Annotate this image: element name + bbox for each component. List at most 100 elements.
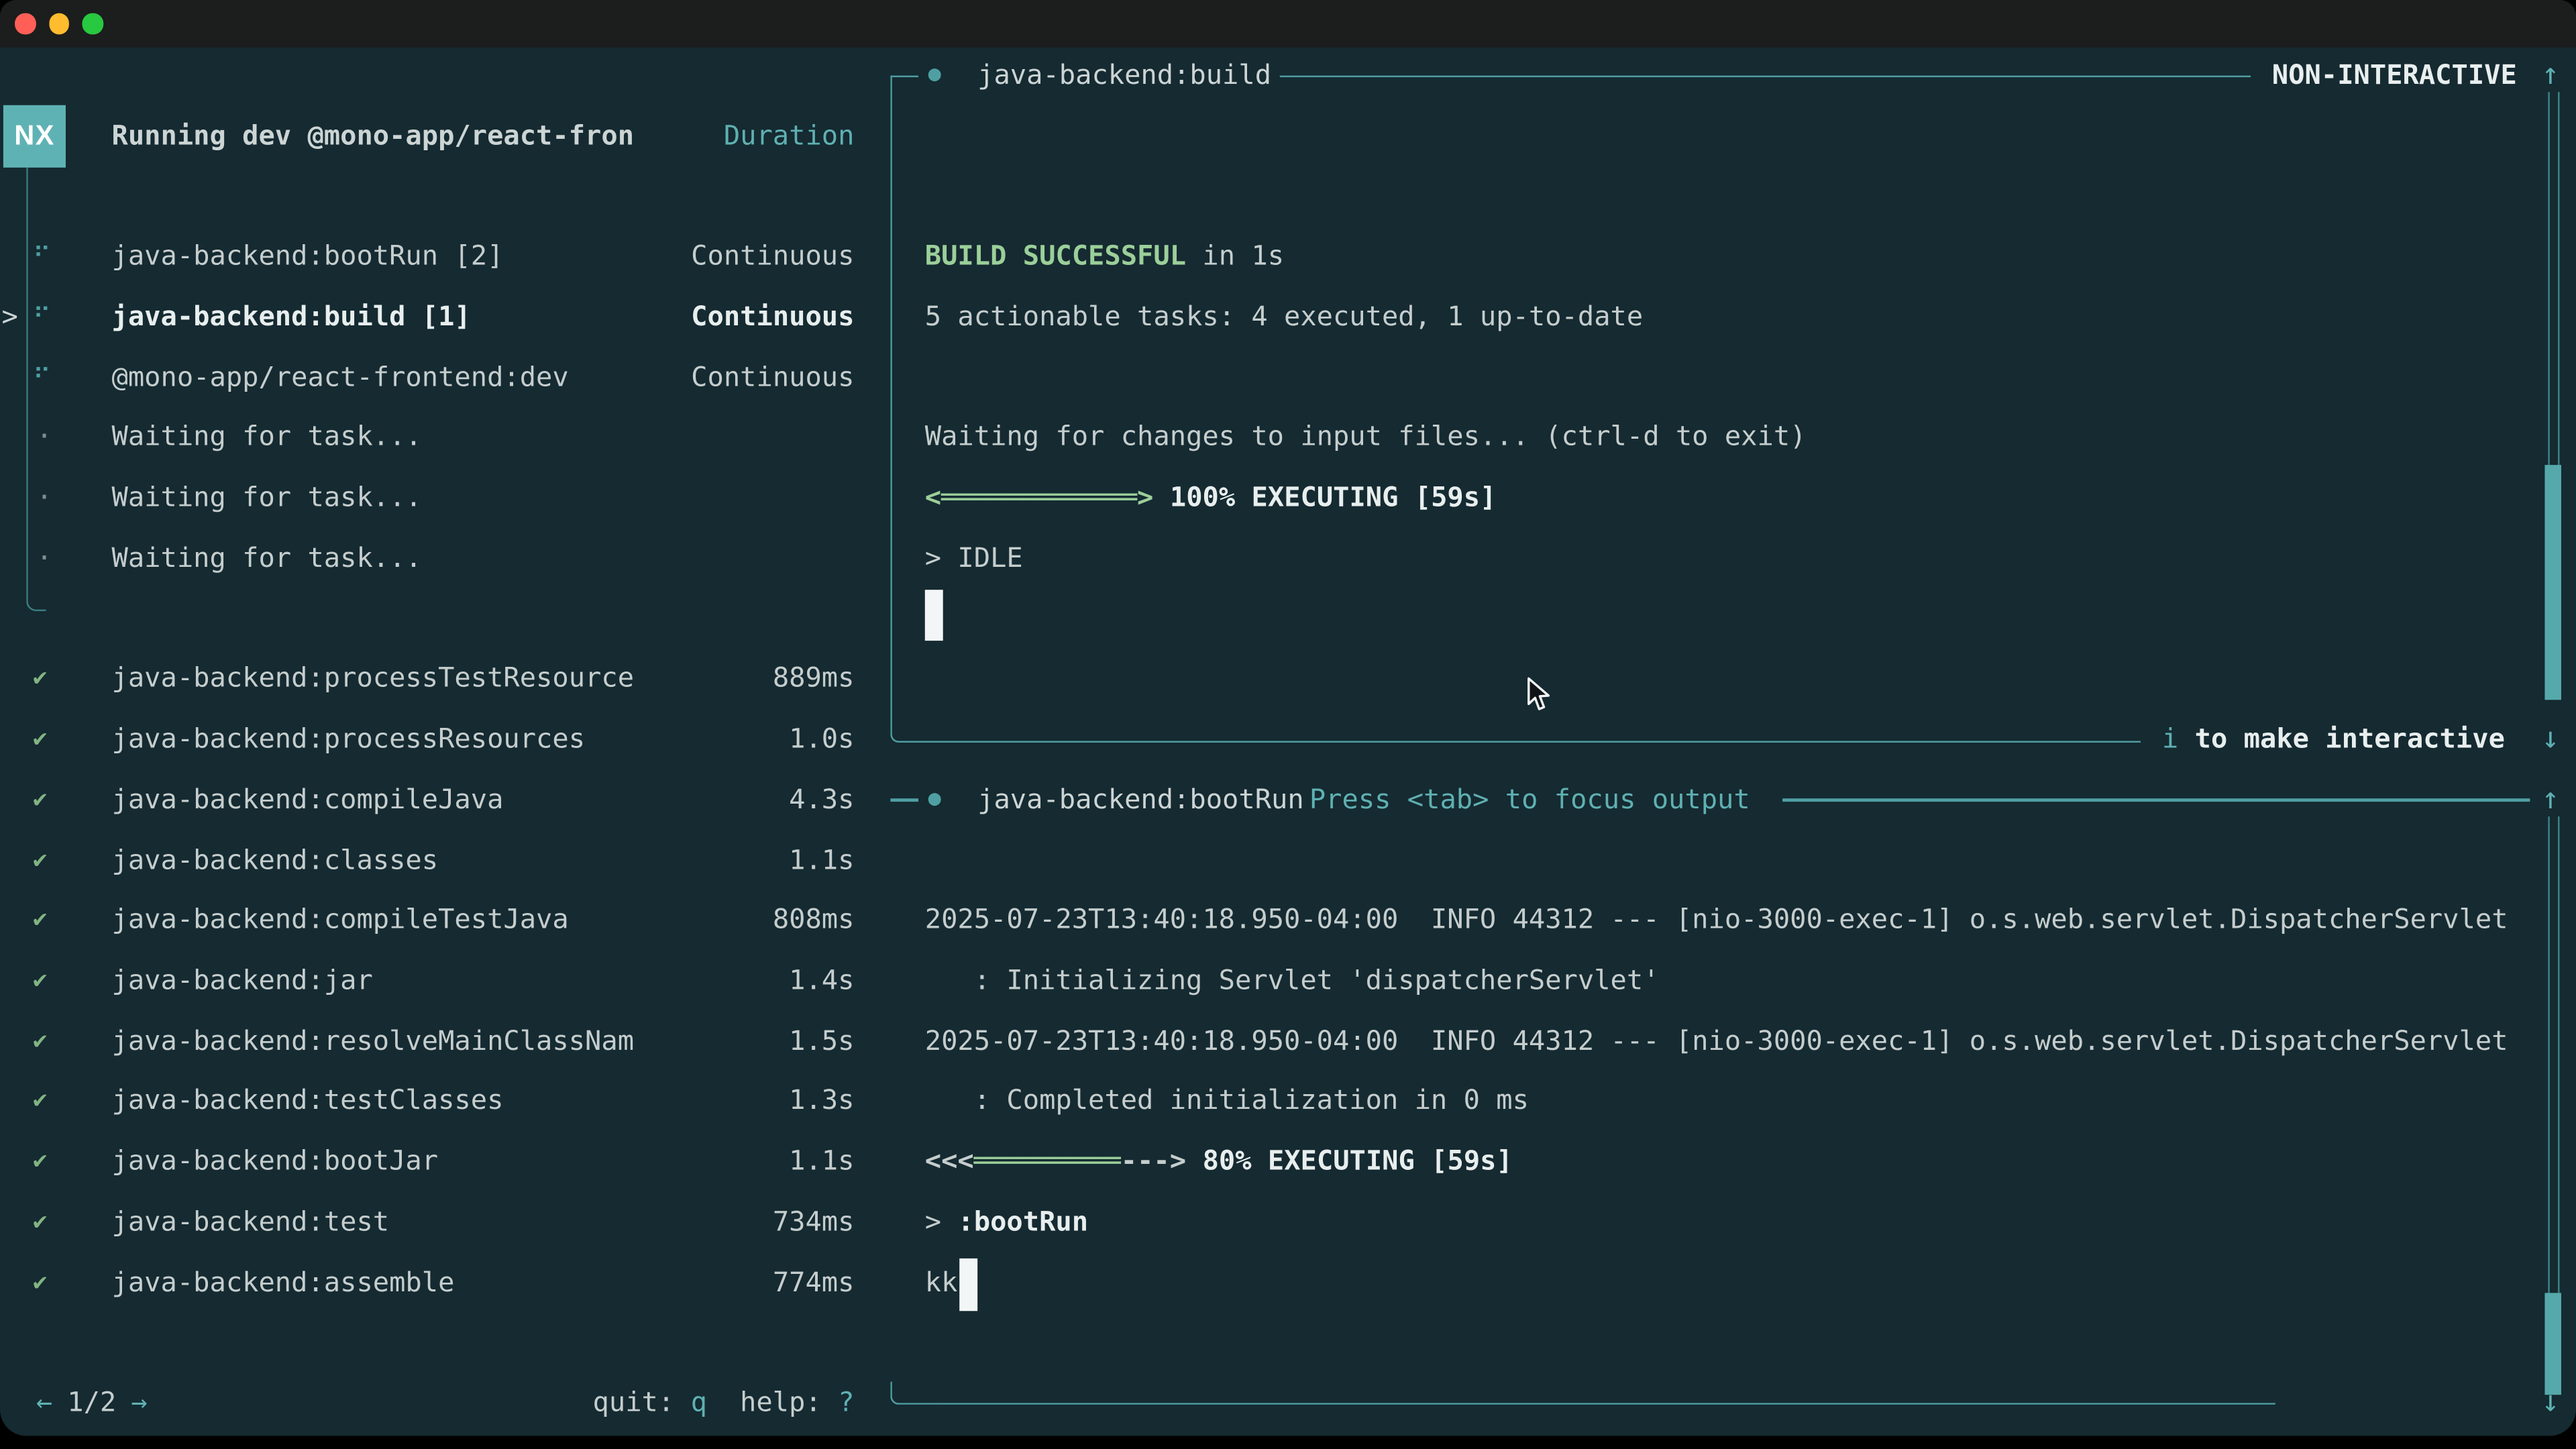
progress-label: 80% EXECUTING [59s] bbox=[1203, 1145, 1513, 1177]
task-row[interactable]: java-backend:processResources bbox=[112, 720, 586, 759]
task-duration: 808ms bbox=[773, 900, 855, 940]
task-row[interactable]: java-backend:classes bbox=[112, 841, 439, 881]
mouse-cursor-icon bbox=[1526, 677, 1551, 713]
build-time-text: in 1s bbox=[1186, 240, 1284, 272]
page-prev-icon[interactable]: ← bbox=[36, 1387, 52, 1418]
build-progress-line: <════════════> 100% EXECUTING [59s] bbox=[925, 478, 1497, 518]
terminal-cursor bbox=[925, 590, 943, 641]
task-row[interactable]: java-backend:assemble bbox=[112, 1263, 455, 1303]
terminal-window-stage: NX Running dev @mono-app/react-fron Dura… bbox=[0, 0, 2576, 1449]
check-icon: ✔ bbox=[33, 1142, 47, 1181]
build-scrollbar-track[interactable] bbox=[2548, 92, 2559, 465]
check-icon: ✔ bbox=[33, 1022, 47, 1061]
check-icon: ✔ bbox=[33, 659, 47, 698]
task-row[interactable]: java-backend:resolveMainClassNam bbox=[112, 1022, 635, 1061]
progress-suffix: ---> bbox=[1121, 1145, 1186, 1177]
task-duration: 1.1s bbox=[789, 1142, 854, 1181]
minimize-button-icon[interactable] bbox=[48, 13, 69, 34]
panel-bullet-icon: ● bbox=[928, 780, 941, 820]
build-panel-title-rule bbox=[1280, 74, 2251, 76]
build-panel-border-stub bbox=[890, 74, 918, 76]
check-icon: ✔ bbox=[33, 720, 47, 759]
bootrun-panel-border-stub bbox=[890, 799, 918, 801]
interactive-hint: i to make interactive bbox=[2162, 720, 2505, 759]
page-next-icon[interactable]: → bbox=[131, 1387, 147, 1418]
bootrun-panel-title[interactable]: java-backend:bootRun bbox=[977, 780, 1304, 820]
build-panel-title[interactable]: java-backend:build bbox=[977, 56, 1271, 95]
non-interactive-badge: NON-INTERACTIVE bbox=[2272, 56, 2517, 95]
task-row[interactable]: java-backend:bootJar bbox=[112, 1142, 439, 1181]
check-icon: ✔ bbox=[33, 841, 47, 881]
task-status: Continuous bbox=[691, 297, 854, 337]
interactive-hint-text: to make interactive bbox=[2195, 723, 2505, 755]
waiting-dot-icon: · bbox=[36, 478, 52, 518]
task-row-waiting: Waiting for task... bbox=[112, 539, 422, 578]
help-label: help: bbox=[740, 1387, 822, 1418]
tasks-summary-line: 5 actionable tasks: 4 executed, 1 up-to-… bbox=[925, 297, 1643, 337]
bootrun-panel-title-rule bbox=[1782, 799, 2530, 801]
title-bar bbox=[0, 0, 2576, 48]
task-duration: 774ms bbox=[773, 1263, 855, 1303]
build-panel-border bbox=[890, 76, 2141, 743]
task-status: Continuous bbox=[691, 237, 854, 276]
task-row[interactable]: java-backend:testClasses bbox=[112, 1081, 504, 1120]
focus-output-hint: Press <tab> to focus output bbox=[1309, 780, 1750, 820]
task-row-frontend-dev[interactable]: @mono-app/react-frontend:dev bbox=[112, 358, 569, 398]
panel-bullet-icon: ● bbox=[928, 56, 941, 95]
prompt-line: > :bootRun bbox=[925, 1203, 1088, 1242]
idle-line: > IDLE bbox=[925, 539, 1023, 578]
task-row[interactable]: java-backend:compileJava bbox=[112, 780, 504, 820]
task-duration: 1.5s bbox=[789, 1022, 854, 1061]
task-row[interactable]: java-backend:compileTestJava bbox=[112, 900, 569, 940]
keybind-hints: quit:qhelp:? bbox=[593, 1383, 855, 1423]
stdin-input-text[interactable]: kk bbox=[925, 1263, 958, 1303]
terminal-cursor bbox=[959, 1258, 977, 1311]
bootrun-scrollbar-thumb[interactable] bbox=[2544, 1293, 2560, 1395]
log-line: 2025-07-23T13:40:18.950-04:00 INFO 44312… bbox=[925, 900, 2508, 940]
scroll-up-icon[interactable]: ↑ bbox=[2542, 780, 2560, 820]
log-line: : Completed initialization in 0 ms bbox=[925, 1081, 1529, 1120]
task-row[interactable]: java-backend:test bbox=[112, 1203, 390, 1242]
progress-bar: <════════════> bbox=[925, 482, 1154, 513]
bootrun-panel-border bbox=[890, 1382, 2275, 1405]
task-status: Continuous bbox=[691, 358, 854, 398]
progress-bar: ═════════ bbox=[974, 1145, 1121, 1177]
close-button-icon[interactable] bbox=[15, 13, 36, 34]
log-line: 2025-07-23T13:40:18.950-04:00 INFO 44312… bbox=[925, 1022, 2508, 1061]
sidebar-title: Running dev @mono-app/react-fron bbox=[112, 117, 635, 156]
nx-logo: NX bbox=[3, 105, 66, 168]
task-row-waiting: Waiting for task... bbox=[112, 478, 422, 518]
task-duration: 734ms bbox=[773, 1203, 855, 1242]
page-indicator: 1/2 bbox=[67, 1387, 116, 1418]
quit-key: q bbox=[691, 1387, 707, 1418]
waiting-dot-icon: · bbox=[36, 539, 52, 578]
task-row-bootrun[interactable]: java-backend:bootRun [2] bbox=[112, 237, 504, 276]
check-icon: ✔ bbox=[33, 900, 47, 940]
bootrun-scrollbar-track[interactable] bbox=[2548, 816, 2559, 1293]
task-row-waiting: Waiting for task... bbox=[112, 417, 422, 457]
scroll-up-icon[interactable]: ↑ bbox=[2542, 56, 2560, 95]
check-icon: ✔ bbox=[33, 961, 47, 1001]
bootrun-progress-line: <<<═════════---> 80% EXECUTING [59s] bbox=[925, 1142, 1513, 1181]
prompt-command: :bootRun bbox=[957, 1206, 1088, 1238]
task-duration: 4.3s bbox=[789, 780, 854, 820]
task-duration: 1.0s bbox=[789, 720, 854, 759]
task-row[interactable]: java-backend:processTestResource bbox=[112, 659, 635, 698]
build-scrollbar-thumb[interactable] bbox=[2544, 465, 2560, 700]
spinner-icon: ⠋ bbox=[33, 237, 51, 276]
terminal-window: NX Running dev @mono-app/react-fron Dura… bbox=[0, 0, 2576, 1436]
zoom-button-icon[interactable] bbox=[82, 13, 103, 34]
check-icon: ✔ bbox=[33, 780, 47, 820]
progress-prefix: <<< bbox=[925, 1145, 974, 1177]
build-successful-text: BUILD SUCCESSFUL bbox=[925, 240, 1186, 272]
duration-column-header: Duration bbox=[724, 117, 855, 156]
interactive-hint-key: i bbox=[2162, 723, 2178, 755]
build-status-line: BUILD SUCCESSFUL in 1s bbox=[925, 237, 1284, 276]
progress-label: 100% EXECUTING [59s] bbox=[1170, 482, 1497, 513]
task-row[interactable]: java-backend:jar bbox=[112, 961, 373, 1001]
help-key: ? bbox=[838, 1387, 854, 1418]
scroll-down-icon[interactable]: ↓ bbox=[2542, 720, 2560, 759]
spinner-icon: ⠋ bbox=[33, 358, 51, 398]
selected-marker-icon: > bbox=[1, 297, 17, 337]
task-row-build-selected[interactable]: java-backend:build [1] bbox=[112, 297, 471, 337]
